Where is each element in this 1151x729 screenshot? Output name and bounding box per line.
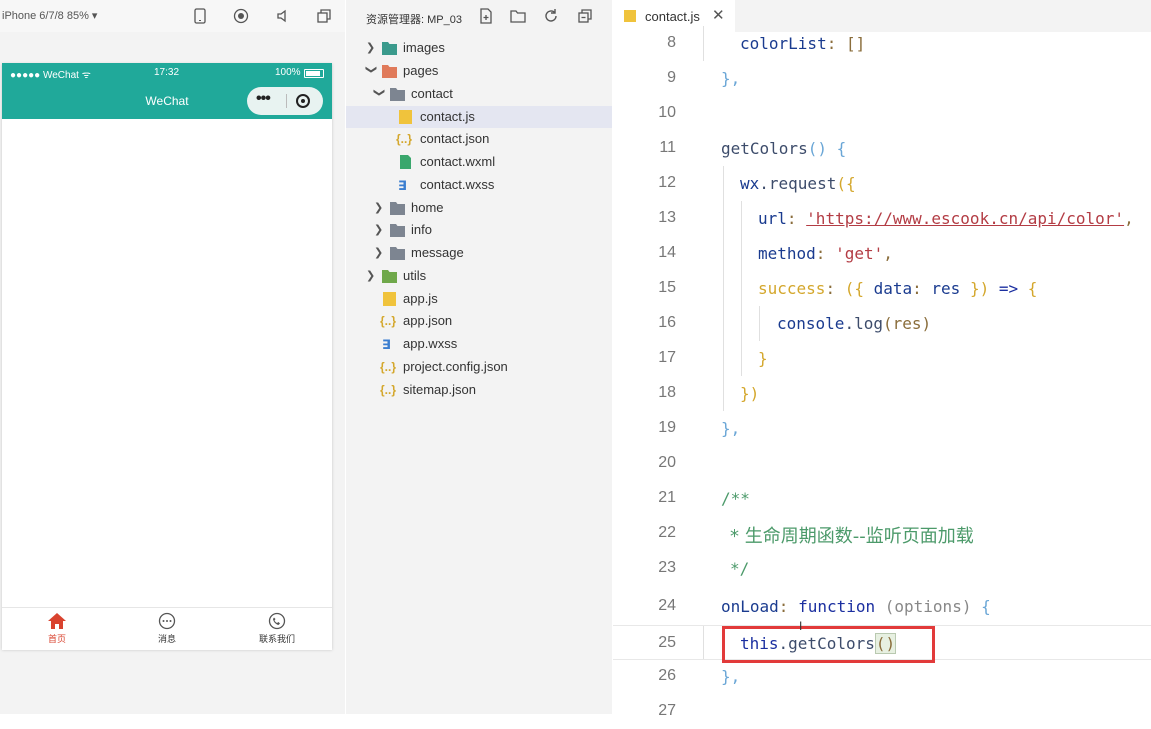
json-file-icon: {..} bbox=[396, 132, 413, 146]
refresh-icon[interactable] bbox=[542, 8, 560, 24]
code-line-18[interactable]: 18 }) bbox=[613, 376, 1151, 411]
tree-folder-info[interactable]: ❯ info bbox=[346, 219, 612, 241]
tree-file-contact-js[interactable]: contact.js bbox=[346, 106, 612, 128]
status-time: 17:32 bbox=[154, 67, 180, 78]
volume-icon[interactable] bbox=[274, 8, 292, 24]
code-line-10[interactable]: 10 bbox=[613, 96, 1151, 131]
js-file-icon bbox=[399, 110, 412, 124]
code-line-19[interactable]: 19 }, bbox=[613, 411, 1151, 446]
utils-folder-icon bbox=[382, 270, 397, 283]
wxml-file-icon bbox=[400, 155, 411, 169]
close-tab-icon[interactable]: ✕ bbox=[712, 6, 725, 24]
tree-folder-utils[interactable]: ❯ utils bbox=[346, 265, 612, 287]
tab-contact-label: 联系我们 bbox=[258, 634, 295, 644]
capsule-divider bbox=[286, 94, 287, 108]
code-line-16[interactable]: 16 console.log(res) bbox=[613, 306, 1151, 341]
phone-icon[interactable] bbox=[191, 8, 209, 24]
folder-icon bbox=[390, 202, 405, 215]
editor-tab-name: contact.js bbox=[645, 9, 700, 24]
code-line-22[interactable]: 22 * 生命周期函数--监听页面加载 bbox=[613, 516, 1151, 551]
collapse-all-icon[interactable] bbox=[576, 8, 594, 24]
code-line-23[interactable]: 23 */ bbox=[613, 551, 1151, 586]
code-line-14[interactable]: 14 method: 'get', bbox=[613, 236, 1151, 271]
chevron-down-icon: ❯ bbox=[365, 65, 377, 75]
window-icon[interactable] bbox=[315, 8, 333, 24]
phone-call-icon bbox=[268, 612, 286, 630]
tab-home[interactable]: 首页 bbox=[27, 612, 87, 645]
code-line-17[interactable]: 17 } bbox=[613, 341, 1151, 376]
tab-bar: 首页 消息 联系我们 bbox=[2, 607, 332, 650]
battery-icon bbox=[304, 69, 324, 78]
annotation-highlight-box bbox=[722, 626, 935, 663]
tree-folder-home[interactable]: ❯ home bbox=[346, 197, 612, 219]
tree-file-contact-json[interactable]: {..} contact.json bbox=[346, 128, 612, 150]
close-mini-program-icon[interactable] bbox=[296, 94, 310, 108]
tree-folder-contact[interactable]: ❯ contact bbox=[346, 83, 612, 105]
code-line-8[interactable]: 8 colorList: [] bbox=[613, 26, 1151, 61]
carrier-text: ●●●●● WeChat ᯤ bbox=[10, 70, 91, 81]
json-file-icon: {..} bbox=[380, 314, 397, 328]
status-bar: ●●●●● WeChat ᯤ 17:32 100% bbox=[2, 63, 332, 83]
chevron-right-icon: ❯ bbox=[374, 224, 384, 236]
text-cursor-icon: I bbox=[799, 619, 803, 633]
more-icon[interactable]: ••• bbox=[256, 90, 271, 108]
tree-file-sitemap[interactable]: {..} sitemap.json bbox=[346, 379, 612, 401]
code-line-11[interactable]: 11 getColors() { bbox=[613, 131, 1151, 166]
tree-folder-images[interactable]: ❯ images bbox=[346, 37, 612, 59]
code-line-9[interactable]: 9 }, bbox=[613, 61, 1151, 96]
code-line-21[interactable]: 21 /** bbox=[613, 481, 1151, 516]
nav-bar: WeChat ••• bbox=[2, 83, 332, 119]
code-editor: contact.js ✕ 8 colorList: [] 9 }, 10 11 … bbox=[613, 0, 1151, 719]
code-line-13[interactable]: 13 url: 'https://www.escook.cn/api/color… bbox=[613, 201, 1151, 236]
code-line-26[interactable]: 26 }, bbox=[613, 659, 1151, 694]
json-file-icon: {..} bbox=[380, 383, 397, 397]
record-icon[interactable] bbox=[232, 8, 250, 24]
home-icon bbox=[48, 613, 66, 629]
tree-file-app-wxss[interactable]: ∃ app.wxss bbox=[346, 333, 612, 355]
new-folder-icon[interactable] bbox=[509, 8, 527, 24]
js-file-icon bbox=[624, 10, 636, 22]
tree-file-contact-wxss[interactable]: ∃ contact.wxss bbox=[346, 174, 612, 196]
folder-icon bbox=[390, 88, 405, 101]
menu-capsule: ••• bbox=[247, 87, 323, 115]
tree-file-project-config[interactable]: {..} project.config.json bbox=[346, 356, 612, 378]
file-explorer: 资源管理器: MP_03 ❯ images ❯ pages ❯ contact … bbox=[346, 0, 612, 714]
tree-folder-pages[interactable]: ❯ pages bbox=[346, 60, 612, 82]
images-folder-icon bbox=[382, 42, 397, 55]
tab-message[interactable]: 消息 bbox=[137, 612, 197, 645]
tree-file-app-js[interactable]: app.js bbox=[346, 288, 612, 310]
chevron-right-icon: ❯ bbox=[366, 42, 376, 54]
json-file-icon: {..} bbox=[380, 360, 397, 374]
folder-icon bbox=[390, 224, 405, 237]
pages-folder-icon bbox=[382, 65, 397, 78]
tab-contact[interactable]: 联系我们 bbox=[247, 612, 307, 645]
chevron-down-icon: ❯ bbox=[373, 88, 385, 98]
new-file-icon[interactable] bbox=[477, 8, 495, 24]
tree-file-contact-wxml[interactable]: contact.wxml bbox=[346, 151, 612, 173]
message-icon bbox=[158, 612, 176, 630]
battery-percent: 100% bbox=[275, 67, 301, 78]
simulator-toolbar: iPhone 6/7/8 85% ▾ bbox=[0, 0, 345, 32]
code-line-20[interactable]: 20 bbox=[613, 446, 1151, 481]
phone-screen: ●●●●● WeChat ᯤ 17:32 100% WeChat ••• 首页 … bbox=[2, 63, 332, 650]
device-selector[interactable]: iPhone 6/7/8 85% ▾ bbox=[2, 9, 97, 22]
simulator-panel: iPhone 6/7/8 85% ▾ ●●●●● WeChat ᯤ 17:32 … bbox=[0, 0, 345, 714]
code-line-24[interactable]: 24 onLoad: function (options) { bbox=[613, 589, 1151, 624]
tab-home-label: 首页 bbox=[47, 634, 66, 644]
wxss-file-icon: ∃ bbox=[382, 337, 391, 352]
js-file-icon bbox=[383, 292, 396, 306]
code-line-12[interactable]: 12 wx.request({ bbox=[613, 166, 1151, 201]
explorer-title: 资源管理器: MP_03 bbox=[366, 14, 462, 26]
chevron-right-icon: ❯ bbox=[374, 247, 384, 259]
code-line-27[interactable]: 27 bbox=[613, 694, 1151, 729]
chevron-right-icon: ❯ bbox=[366, 270, 376, 282]
tree-file-app-json[interactable]: {..} app.json bbox=[346, 310, 612, 332]
wxss-file-icon: ∃ bbox=[398, 178, 407, 193]
chevron-right-icon: ❯ bbox=[374, 202, 384, 214]
tree-folder-message[interactable]: ❯ message bbox=[346, 242, 612, 264]
folder-icon bbox=[390, 247, 405, 260]
explorer-header: 资源管理器: MP_03 bbox=[346, 0, 612, 32]
tab-message-label: 消息 bbox=[157, 634, 176, 644]
code-line-15[interactable]: 15 success: ({ data: res }) => { bbox=[613, 271, 1151, 306]
